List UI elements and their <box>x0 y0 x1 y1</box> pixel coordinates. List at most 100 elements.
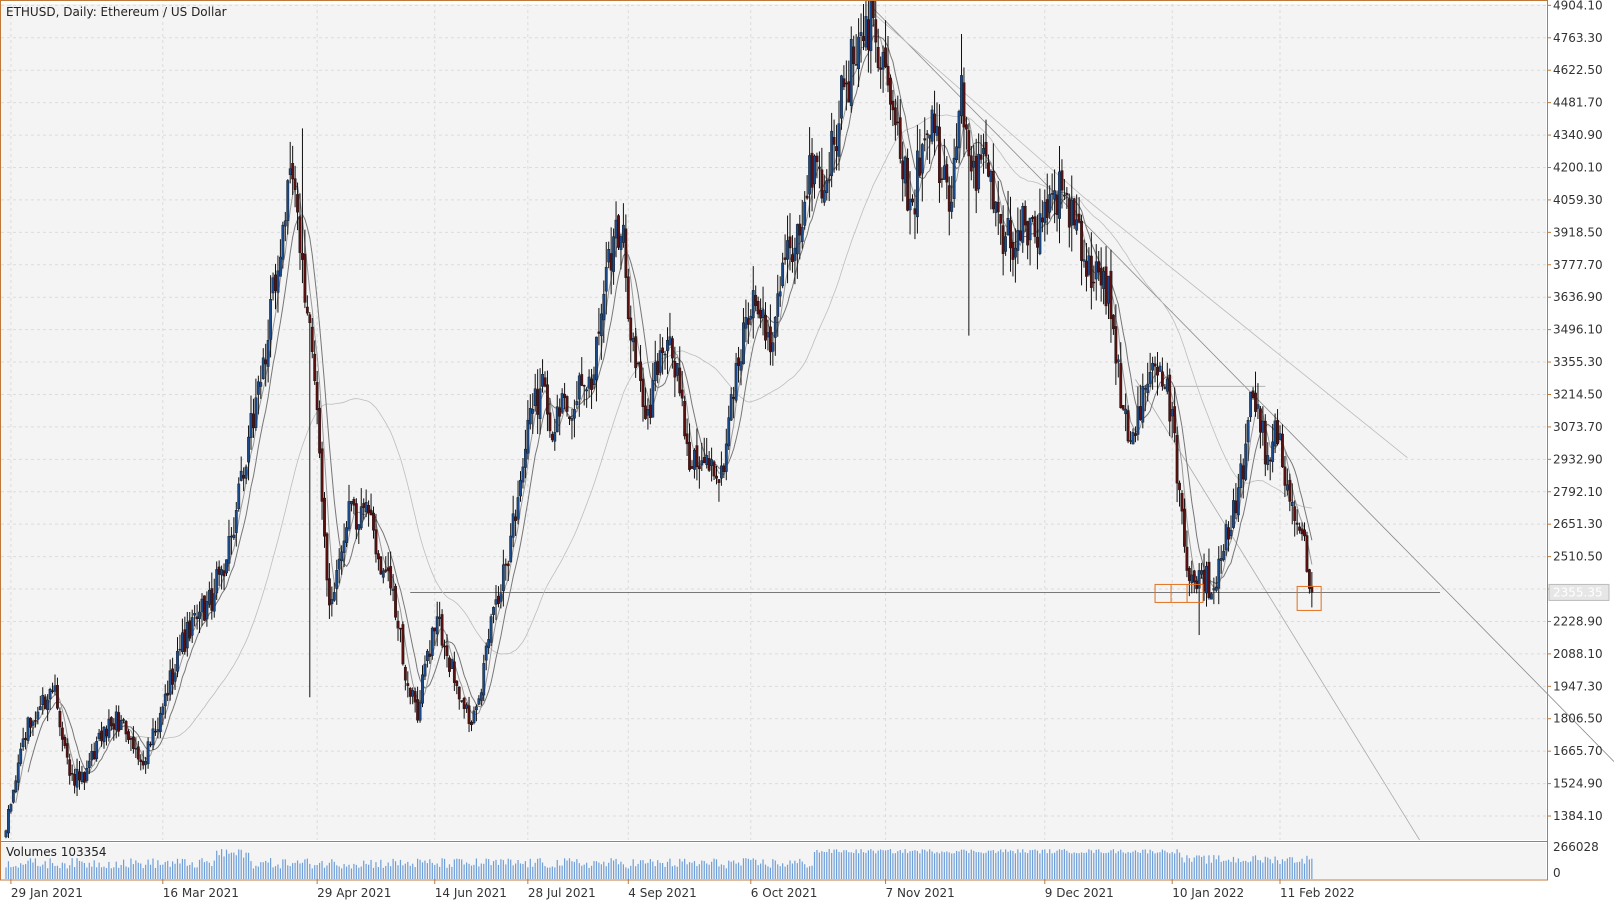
candle-body <box>793 247 797 261</box>
volume-bar <box>657 860 659 879</box>
volume-bar <box>468 863 470 879</box>
volume-bar <box>27 860 29 879</box>
candle-body <box>1121 405 1125 410</box>
volume-bar <box>1132 851 1134 879</box>
candle-body <box>1053 190 1057 200</box>
candle-body <box>1178 482 1181 491</box>
volume-bar <box>394 861 397 879</box>
candle-body <box>1158 365 1162 372</box>
volume-bar <box>779 866 781 879</box>
volume-bar <box>711 861 713 879</box>
candle-body <box>188 620 192 639</box>
candle-body <box>1014 247 1017 258</box>
volume-bar <box>289 866 291 879</box>
volume-bar <box>186 865 188 879</box>
volume-bar <box>1303 863 1306 879</box>
candle-body <box>1141 386 1145 423</box>
candle-body <box>408 687 412 697</box>
candle-body <box>769 326 772 353</box>
volume-bar <box>1125 853 1127 879</box>
candle-body <box>813 155 816 185</box>
candle-body <box>416 699 419 721</box>
candle-body <box>1185 546 1189 571</box>
candle-body <box>141 760 145 766</box>
volume-bar <box>899 850 901 879</box>
price-chart[interactable]: ETHUSD, Daily: Ethereum / US Dollar Volu… <box>0 0 1614 903</box>
volume-bar <box>419 859 421 879</box>
candle-body <box>225 559 228 574</box>
candle-body <box>759 309 763 319</box>
volume-bar <box>713 858 715 879</box>
volume-bar <box>191 862 193 879</box>
volume-bar <box>568 858 571 879</box>
volume-bar <box>257 866 259 879</box>
volume-bar <box>1308 859 1310 879</box>
candle-body <box>1040 217 1044 223</box>
candle-body <box>97 732 101 739</box>
candle-body <box>279 256 282 277</box>
candle-body <box>707 458 711 471</box>
volume-bar <box>1311 858 1313 879</box>
candle-body <box>739 361 743 371</box>
candle-body <box>1038 213 1042 254</box>
volume-bar <box>66 868 68 879</box>
candle-body <box>1016 229 1020 251</box>
volume-bar <box>669 858 671 879</box>
volume-bar <box>965 850 967 879</box>
volume-bar <box>909 851 911 879</box>
candle-body <box>252 413 255 429</box>
volume-bar <box>294 862 296 879</box>
volume-bar <box>845 850 847 879</box>
candle-body <box>122 719 126 721</box>
volume-bar <box>1039 853 1041 879</box>
candle-body <box>1183 508 1186 547</box>
volume-bar <box>277 864 279 879</box>
candle-body <box>891 100 895 111</box>
candle-body <box>347 501 351 530</box>
candle-body <box>947 185 951 212</box>
candle-body <box>367 505 370 514</box>
volume-bar <box>451 866 453 879</box>
volume-bar <box>676 866 678 879</box>
volume-bar <box>637 863 639 879</box>
volume-bar <box>218 855 220 879</box>
candle-body <box>68 759 72 776</box>
volume-bar <box>730 861 732 879</box>
candle-body <box>1293 506 1297 521</box>
volume-bar <box>1208 855 1210 879</box>
candle-body <box>886 66 890 86</box>
candle-body <box>685 433 689 445</box>
volume-bar <box>118 867 120 879</box>
candle-body <box>102 726 106 742</box>
volume-bar <box>1225 860 1227 879</box>
volume-bar <box>1051 853 1053 879</box>
candle-body <box>440 614 444 646</box>
candle-body <box>90 751 94 761</box>
volume-bar <box>142 868 144 879</box>
candle-body <box>82 772 86 783</box>
candle-body <box>80 772 84 782</box>
candle-body <box>636 362 640 365</box>
volume-bar <box>936 852 938 879</box>
volume-bar <box>157 860 159 879</box>
volume-bar <box>907 853 909 879</box>
candle-body <box>1006 218 1010 236</box>
candle-body <box>435 616 439 635</box>
volume-bar <box>22 864 24 879</box>
candle-body <box>604 266 608 292</box>
volume-bar <box>284 859 286 879</box>
y-tick-label: 1947.30 <box>1553 679 1603 693</box>
y-tick-label: 4904.10 <box>1553 0 1603 12</box>
volume-bar <box>39 866 41 879</box>
x-tick-label: 6 Oct 2021 <box>751 886 818 900</box>
volume-bar <box>858 853 860 879</box>
candle-body <box>607 249 611 263</box>
y-tick-label: 4481.70 <box>1553 96 1603 110</box>
candle-body <box>911 198 914 203</box>
candle-body <box>308 314 312 324</box>
volume-bar <box>532 866 534 879</box>
x-tick-label: 29 Apr 2021 <box>317 886 391 900</box>
candle-body <box>783 257 787 260</box>
candle-body <box>305 306 309 314</box>
volume-bar <box>407 861 409 879</box>
